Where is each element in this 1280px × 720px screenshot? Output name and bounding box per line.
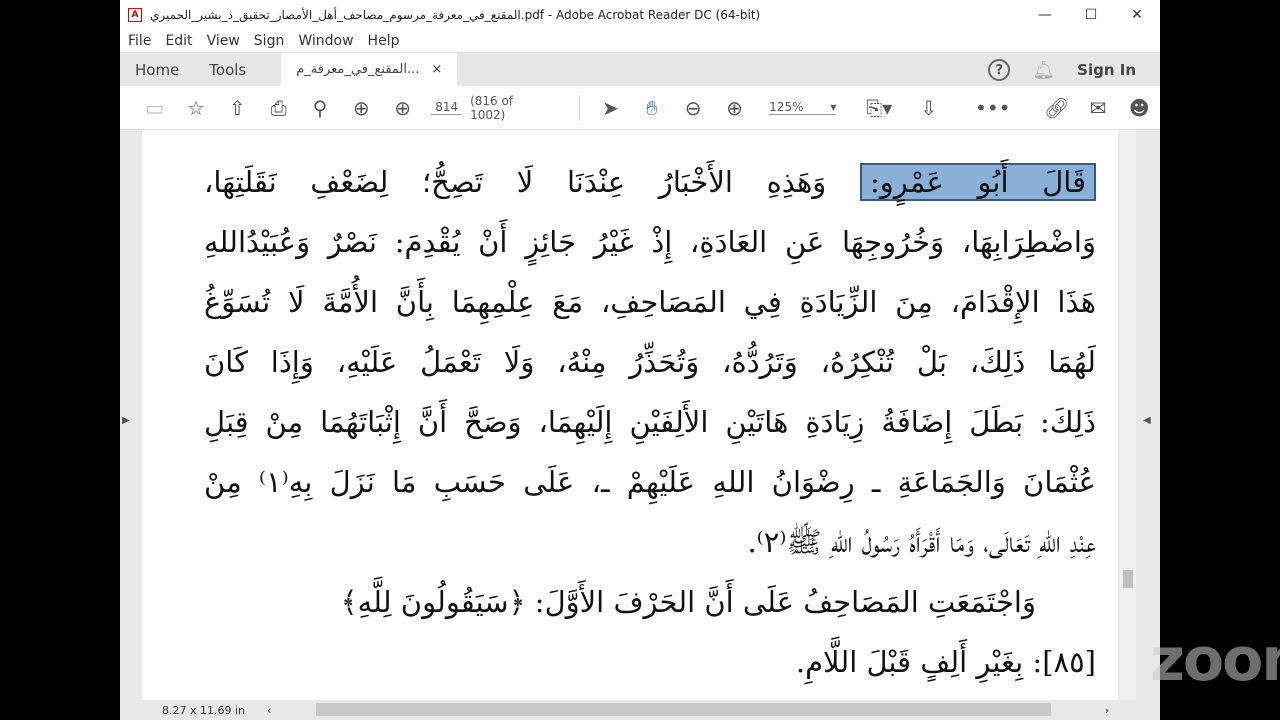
zoom-level-value: 125% (769, 100, 804, 114)
text-line: عُثْمَانَ وَالجَمَاعَةِ ـ رِضْوَانُ الله… (204, 465, 1096, 499)
scrollbar-thumb[interactable] (1123, 570, 1133, 588)
menu-help[interactable]: Help (368, 33, 400, 49)
add-user-icon[interactable]: ☻ (1119, 96, 1160, 120)
tab-document[interactable]: المقنع_في_معرفة_م... × (281, 53, 458, 86)
text-line: ذَلِكَ: بَطَلَ إِضَافَةُ زِيَادَةِ هَاتَ… (204, 405, 1096, 439)
page-count: (816 of 1002) (470, 93, 514, 122)
document-area: ▶ قَالَ أَبُو عَمْرٍو: وَهَذِهِ الأَخْبَ… (120, 130, 1160, 700)
menu-view[interactable]: View (207, 33, 240, 49)
acrobat-pdf-icon: A (128, 8, 142, 22)
chevron-down-icon: ▾ (830, 100, 837, 114)
help-icon[interactable]: ? (988, 59, 1011, 81)
fit-page-icon[interactable]: ⎘▾ (850, 96, 908, 120)
highlighted-text[interactable]: قَالَ أَبُو عَمْرٍو: (859, 163, 1096, 201)
text-line: [٨٥]: بِغَيْرِ أَلِفٍ قَبْلَ اللَّامِ. (795, 645, 1096, 679)
hand-tool-icon[interactable]: ✋︎ (631, 96, 672, 120)
zoom-level-select[interactable]: 125% ▾ (769, 100, 837, 115)
notifications-bell-icon[interactable]: 🔔︎ (1032, 60, 1055, 81)
save-icon[interactable]: ▭ (134, 96, 175, 120)
text-line: عِنْدِ اللهِ تَعَالَى، وَمَا أَقْرَأَهُ … (747, 525, 1096, 559)
bookmark-star-icon[interactable]: ☆ (175, 96, 216, 120)
tab-document-label: المقنع_في_معرفة_م... (296, 62, 420, 77)
close-window-button[interactable]: ✕ (1114, 0, 1160, 30)
acrobat-window: A المقنع_في_معرفة_مرسوم_مصاحف_أهل_الأمصا… (120, 0, 1280, 720)
status-bar: 8.27 x 11.69 in ‹ › (120, 700, 1160, 720)
select-cursor-icon[interactable]: ➤ (590, 96, 631, 120)
share-link-icon[interactable]: 🔗︎ (1036, 96, 1077, 120)
scroll-mode-icon[interactable]: ⇩ (908, 96, 949, 120)
right-panel: ◀ (1136, 130, 1160, 700)
pdf-page: قَالَ أَبُو عَمْرٍو: وَهَذِهِ الأَخْبَار… (142, 130, 1118, 700)
tab-tools[interactable]: Tools (194, 53, 261, 86)
scroll-left-icon[interactable]: ‹ (267, 704, 271, 717)
text-line: وَاجْتَمَعَتِ المَصَاحِفُ عَلَى أَنَّ ال… (340, 585, 1036, 619)
find-zoom-icon[interactable]: ⚲ (299, 96, 340, 120)
tab-home[interactable]: Home (120, 53, 194, 86)
print-icon[interactable]: ⎙ (258, 96, 299, 120)
email-icon[interactable]: ✉ (1077, 96, 1118, 120)
tab-bar: Home Tools المقنع_في_معرفة_م... × ? 🔔︎ S… (120, 52, 1160, 86)
maximize-button[interactable]: ☐ (1068, 0, 1114, 30)
text-line: قَالَ أَبُو عَمْرٍو: وَهَذِهِ الأَخْبَار… (204, 152, 1096, 212)
zoom-watermark: zoom (1150, 625, 1280, 695)
zoom-in-icon[interactable]: ⊕ (714, 96, 755, 120)
toolbar-divider (578, 94, 580, 121)
menu-window[interactable]: Window (298, 33, 353, 49)
text-line: وَاضْطِرَابِهَا، وَخُرُوجِهَا عَنِ العَا… (204, 225, 1096, 259)
sign-in-button[interactable]: Sign In (1077, 61, 1136, 79)
page-text: قَالَ أَبُو عَمْرٍو: وَهَذِهِ الأَخْبَار… (204, 152, 1096, 692)
text-line: لَهُمَا ذَلِكَ، بَلْ تُنْكِرُهُ، وَتَرُد… (204, 345, 1096, 379)
menu-sign[interactable]: Sign (254, 33, 285, 49)
zoom-out-icon[interactable]: ⊖ (673, 96, 714, 120)
page-size: 8.27 x 11.69 in (162, 703, 246, 717)
vertical-scrollbar[interactable] (1120, 130, 1136, 700)
horizontal-scrollbar[interactable] (316, 703, 1051, 716)
toolbar: ▭ ☆ ⇧ ⎙ ⚲ ⊕ ⊕ 814 (816 of 1002) ➤ ✋︎ ⊖ ⊕… (120, 86, 1160, 130)
left-panel-toggle-icon[interactable]: ▶ (122, 415, 130, 426)
text-span: وَهَذِهِ الأَخْبَارُ عِنْدَنَا لَا تَصِح… (204, 165, 827, 199)
menu-bar: File Edit View Sign Window Help (120, 30, 1160, 52)
previous-page-icon[interactable]: ⊕ (341, 96, 382, 120)
right-panel-toggle-icon[interactable]: ◀ (1143, 415, 1151, 426)
menu-edit[interactable]: Edit (165, 33, 192, 49)
scroll-right-icon[interactable]: › (1105, 704, 1109, 717)
close-tab-icon[interactable]: × (431, 62, 442, 77)
next-page-icon[interactable]: ⊕ (382, 96, 423, 120)
upload-cloud-icon[interactable]: ⇧ (217, 96, 258, 120)
text-line: هَذَا الإِقْدَامَ، مِنَ الزِّيَادَةِ فِي… (204, 285, 1096, 319)
minimize-button[interactable]: — (1022, 0, 1068, 30)
page-number-input[interactable]: 814 (431, 100, 463, 115)
more-tools-icon[interactable]: ••• (949, 96, 1036, 120)
menu-file[interactable]: File (128, 33, 151, 49)
window-title: المقنع_في_معرفة_مرسوم_مصاحف_أهل_الأمصار_… (150, 8, 761, 22)
title-bar: A المقنع_في_معرفة_مرسوم_مصاحف_أهل_الأمصا… (120, 0, 1160, 30)
